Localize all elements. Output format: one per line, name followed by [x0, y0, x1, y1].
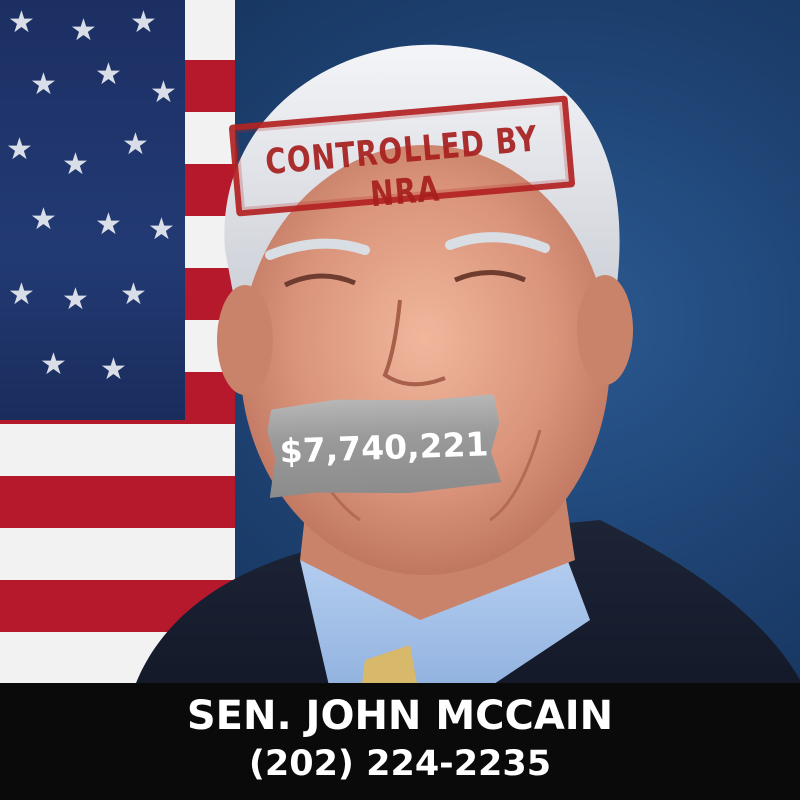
caption-bar: SEN. JOHN MCCAIN (202) 224-2235 [0, 683, 800, 800]
poster: ★ ★ ★ ★ ★ ★ ★ ★ ★ ★ ★ ★ ★ ★ ★ ★ ★ CONTRO… [0, 0, 800, 800]
phone-number: (202) 224-2235 [248, 744, 552, 784]
donation-amount: $7,740,221 [279, 424, 490, 471]
senator-name: SEN. JOHN MCCAIN [186, 693, 614, 739]
mouth-tape: $7,740,221 [266, 394, 501, 498]
